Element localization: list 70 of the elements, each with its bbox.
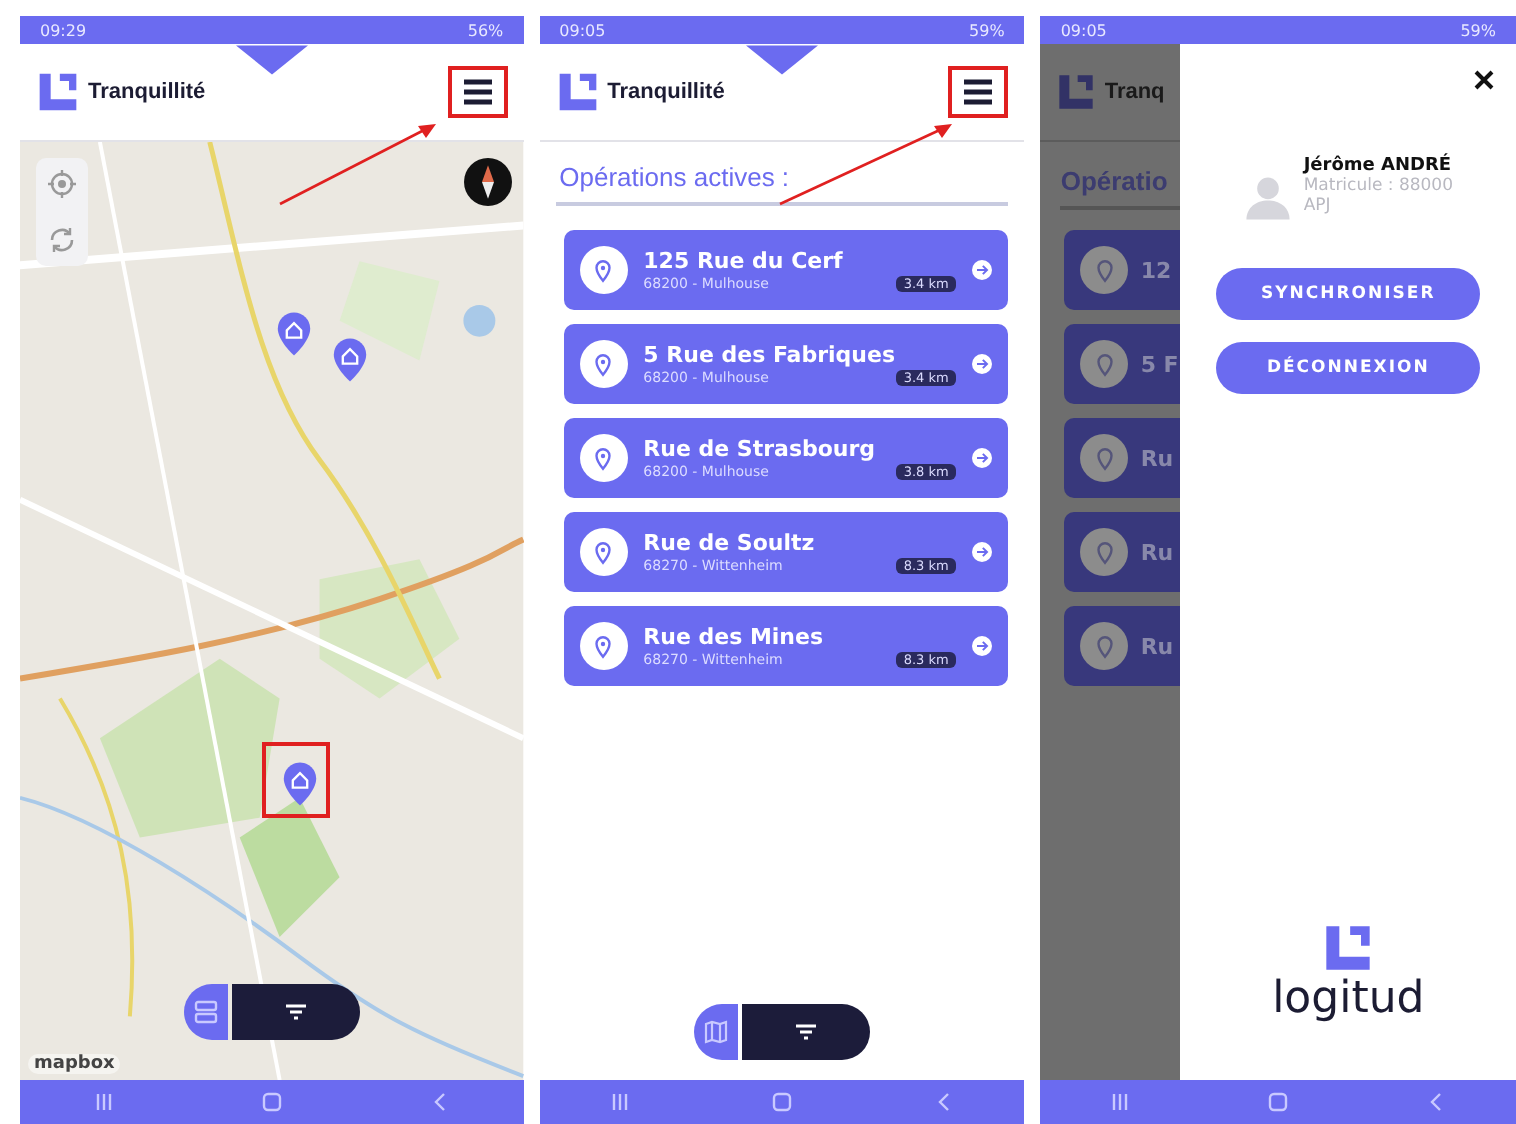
street-name: Ru	[1140, 445, 1174, 471]
street-name: Rue de Soultz	[643, 530, 817, 556]
app-title: Tranquillité	[607, 80, 725, 104]
brand-name: logitud	[1272, 974, 1425, 1024]
app-title: Tranq	[1104, 80, 1165, 104]
list-icon	[192, 998, 220, 1026]
street-name: Rue de Strasbourg	[643, 436, 878, 462]
close-icon[interactable]	[1472, 68, 1496, 92]
pull-down-tab-icon[interactable]	[235, 44, 308, 76]
user-name: Jérôme ANDRÉ	[1303, 156, 1454, 176]
map-attribution: mapbox	[28, 1054, 121, 1074]
location-pin-icon	[590, 351, 617, 377]
recent-apps-icon[interactable]	[91, 1090, 116, 1114]
map-icon	[701, 1018, 730, 1046]
logo-icon	[555, 70, 600, 114]
locate-icon[interactable]	[46, 168, 78, 200]
location-pin-icon	[1091, 351, 1118, 377]
menu-button[interactable]: SYNCHRONISER	[1216, 268, 1481, 320]
menu-icon[interactable]	[461, 78, 494, 106]
street-name: Ru	[1140, 539, 1174, 565]
recent-apps-icon[interactable]	[1107, 1090, 1132, 1114]
home-icon[interactable]	[769, 1090, 794, 1114]
location-pin-icon	[1091, 633, 1118, 659]
location-pin-icon	[590, 445, 617, 471]
status-time: 09:05	[559, 21, 606, 39]
status-time: 09:29	[40, 21, 87, 39]
arrow-right-icon[interactable]	[972, 542, 993, 562]
filter-button[interactable]	[232, 984, 360, 1040]
street-name: Rue des Mines	[643, 624, 826, 650]
menu-icon[interactable]	[962, 78, 995, 106]
user-role: APJ	[1303, 196, 1333, 216]
location-pin-icon	[590, 539, 617, 565]
section-heading: Opérations actives :	[559, 162, 792, 192]
status-time: 09:05	[1060, 21, 1107, 39]
location-pin-icon	[590, 633, 617, 659]
avatar-icon	[1243, 172, 1292, 224]
arrow-right-icon[interactable]	[972, 636, 993, 656]
battery-level: 56%	[467, 21, 504, 39]
arrow-right-icon[interactable]	[972, 260, 993, 280]
home-icon[interactable]	[259, 1090, 284, 1114]
logo-icon	[1322, 922, 1375, 974]
arrow-right-icon[interactable]	[972, 448, 993, 468]
street-name: 12	[1140, 257, 1172, 283]
location-pin-icon	[1091, 257, 1118, 283]
home-marker-icon[interactable]	[282, 760, 318, 808]
battery-level: 59%	[1460, 21, 1496, 39]
refresh-icon[interactable]	[46, 224, 78, 256]
logo-icon	[36, 70, 80, 114]
home-marker-icon[interactable]	[276, 310, 312, 358]
location-pin-icon	[1091, 445, 1118, 471]
highlight-box	[262, 742, 330, 818]
user-id: Matricule : 88000	[1303, 176, 1454, 196]
location-pin-icon	[590, 257, 617, 283]
arrow-right-icon[interactable]	[972, 354, 993, 374]
street-name: 5 F	[1140, 351, 1179, 377]
street-name: 5 Rue des Fabriques	[643, 342, 898, 368]
compass-icon[interactable]	[463, 158, 512, 206]
menu-button[interactable]: DÉCONNEXION	[1216, 342, 1481, 394]
map-view-button[interactable]	[693, 1004, 738, 1060]
pull-down-tab-icon[interactable]	[745, 44, 818, 76]
battery-level: 59%	[969, 21, 1005, 39]
location-pin-icon	[1091, 539, 1118, 565]
street-name: 125 Rue du Cerf	[643, 248, 845, 274]
home-marker-icon[interactable]	[332, 336, 368, 384]
home-icon[interactable]	[1266, 1090, 1291, 1114]
logo-icon	[1056, 72, 1097, 112]
street-name: Ru	[1140, 633, 1174, 659]
filter-button[interactable]	[741, 1004, 870, 1060]
recent-apps-icon[interactable]	[608, 1090, 633, 1114]
app-title: Tranquillité	[88, 80, 206, 104]
